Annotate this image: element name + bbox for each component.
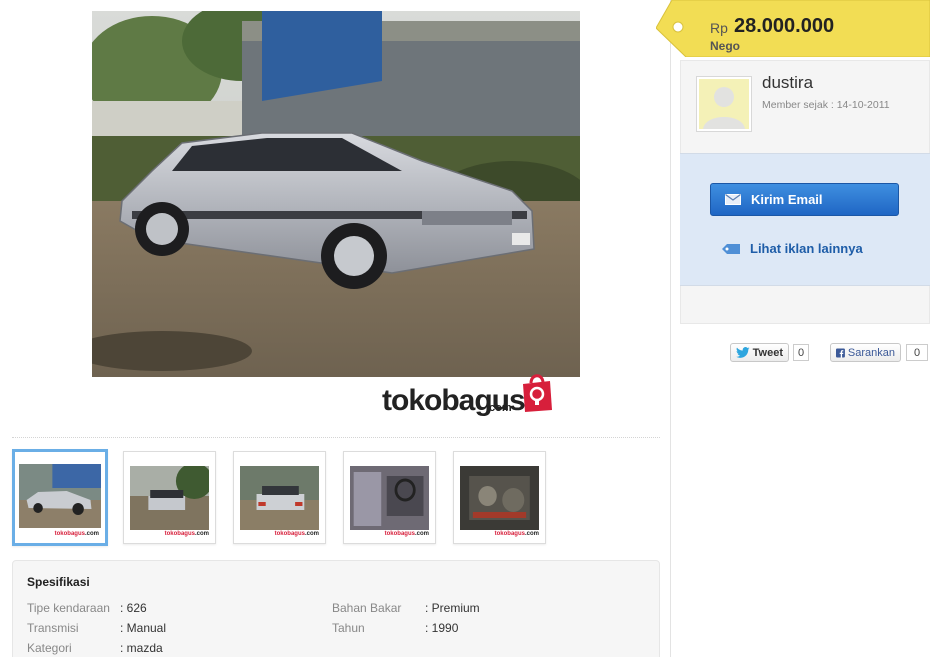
thumbnail-watermark: tokobagus.com — [164, 531, 209, 537]
thumbnail-watermark-suffix: .com — [414, 531, 429, 537]
thumbnail-image — [350, 466, 429, 530]
thumbnail-image — [19, 464, 101, 528]
thumbnail-image — [240, 466, 319, 530]
car-photo-image — [92, 11, 580, 377]
thumbnail-watermark-suffix: .com — [84, 531, 99, 537]
price-currency: Rp — [710, 20, 728, 36]
thumbnail-1[interactable]: tokobagus.com — [12, 449, 108, 546]
facebook-count: 0 — [906, 344, 928, 361]
member-since: Member sejak : 14-10-2011 — [762, 99, 890, 111]
twitter-bird-icon — [736, 347, 750, 358]
thumbnail-watermark: tokobagus.com — [384, 531, 429, 537]
avatar[interactable] — [696, 76, 752, 132]
thumbnail-watermark-suffix: .com — [194, 531, 209, 537]
thumbnail-watermark: tokobagus.com — [54, 531, 99, 537]
spec-value: : mazda — [120, 641, 163, 655]
tweet-label: Tweet — [752, 346, 783, 359]
spec-row: Bahan Bakar : Premium — [332, 601, 480, 615]
thumbnail-5[interactable]: tokobagus.com — [453, 451, 546, 544]
facebook-recommend-button[interactable]: Sarankan — [830, 343, 901, 362]
tokobagus-logo: tokobagus .com — [382, 372, 552, 416]
shopping-bag-icon — [523, 374, 552, 412]
seller-name[interactable]: dustira — [762, 73, 813, 93]
send-email-button[interactable]: Kirim Email — [710, 183, 899, 216]
facebook-recommend-label: Sarankan — [847, 346, 895, 359]
envelope-icon — [725, 194, 741, 205]
thumbnail-watermark-suffix: .com — [304, 531, 319, 537]
thumbnail-strip: tokobagus.com tokobagus.com tokobagus.co… — [12, 449, 612, 547]
thumbnail-image — [130, 466, 209, 530]
tag-icon — [722, 243, 740, 254]
main-photo[interactable] — [92, 11, 580, 377]
listing-content: tokobagus .com tokobagus.com tokobagus.c… — [0, 0, 671, 657]
spec-value: : Premium — [425, 601, 480, 615]
price-negotiable: Nego — [710, 39, 740, 53]
other-ads-label: Lihat iklan lainnya — [750, 241, 863, 256]
send-email-label: Kirim Email — [751, 192, 823, 207]
tweet-button[interactable]: Tweet — [730, 343, 789, 362]
spec-value: : Manual — [120, 621, 167, 635]
divider — [12, 437, 660, 438]
spec-key: Transmisi — [27, 621, 79, 635]
thumbnail-image — [460, 466, 539, 530]
seller-actions-panel — [680, 153, 930, 286]
spec-row: Kategori : mazda — [27, 641, 163, 655]
price-amount: 28.000.000 — [734, 15, 835, 37]
spec-value: : 1990 — [425, 621, 459, 635]
thumbnail-watermark: tokobagus.com — [274, 531, 319, 537]
thumbnail-2[interactable]: tokobagus.com — [123, 451, 216, 544]
thumbnail-watermark-suffix: .com — [524, 531, 539, 537]
specifications-title: Spesifikasi — [27, 575, 90, 589]
other-ads-link[interactable]: Lihat iklan lainnya — [722, 241, 863, 256]
spec-key: Tipe kendaraan — [27, 601, 110, 615]
spec-key: Bahan Bakar — [332, 601, 402, 615]
facebook-icon — [836, 348, 845, 357]
thumbnail-watermark: tokobagus.com — [494, 531, 539, 537]
spec-row: Tipe kendaraan : 626 — [27, 601, 147, 615]
user-silhouette-icon — [699, 79, 749, 129]
spec-key: Tahun — [332, 621, 365, 635]
thumbnail-3[interactable]: tokobagus.com — [233, 451, 326, 544]
spec-row: Tahun : 1990 — [332, 621, 458, 635]
thumbnail-4[interactable]: tokobagus.com — [343, 451, 436, 544]
spec-value: : 626 — [120, 601, 147, 615]
spec-row: Transmisi : Manual — [27, 621, 166, 635]
tweet-count: 0 — [793, 344, 809, 361]
spec-key: Kategori — [27, 641, 72, 655]
